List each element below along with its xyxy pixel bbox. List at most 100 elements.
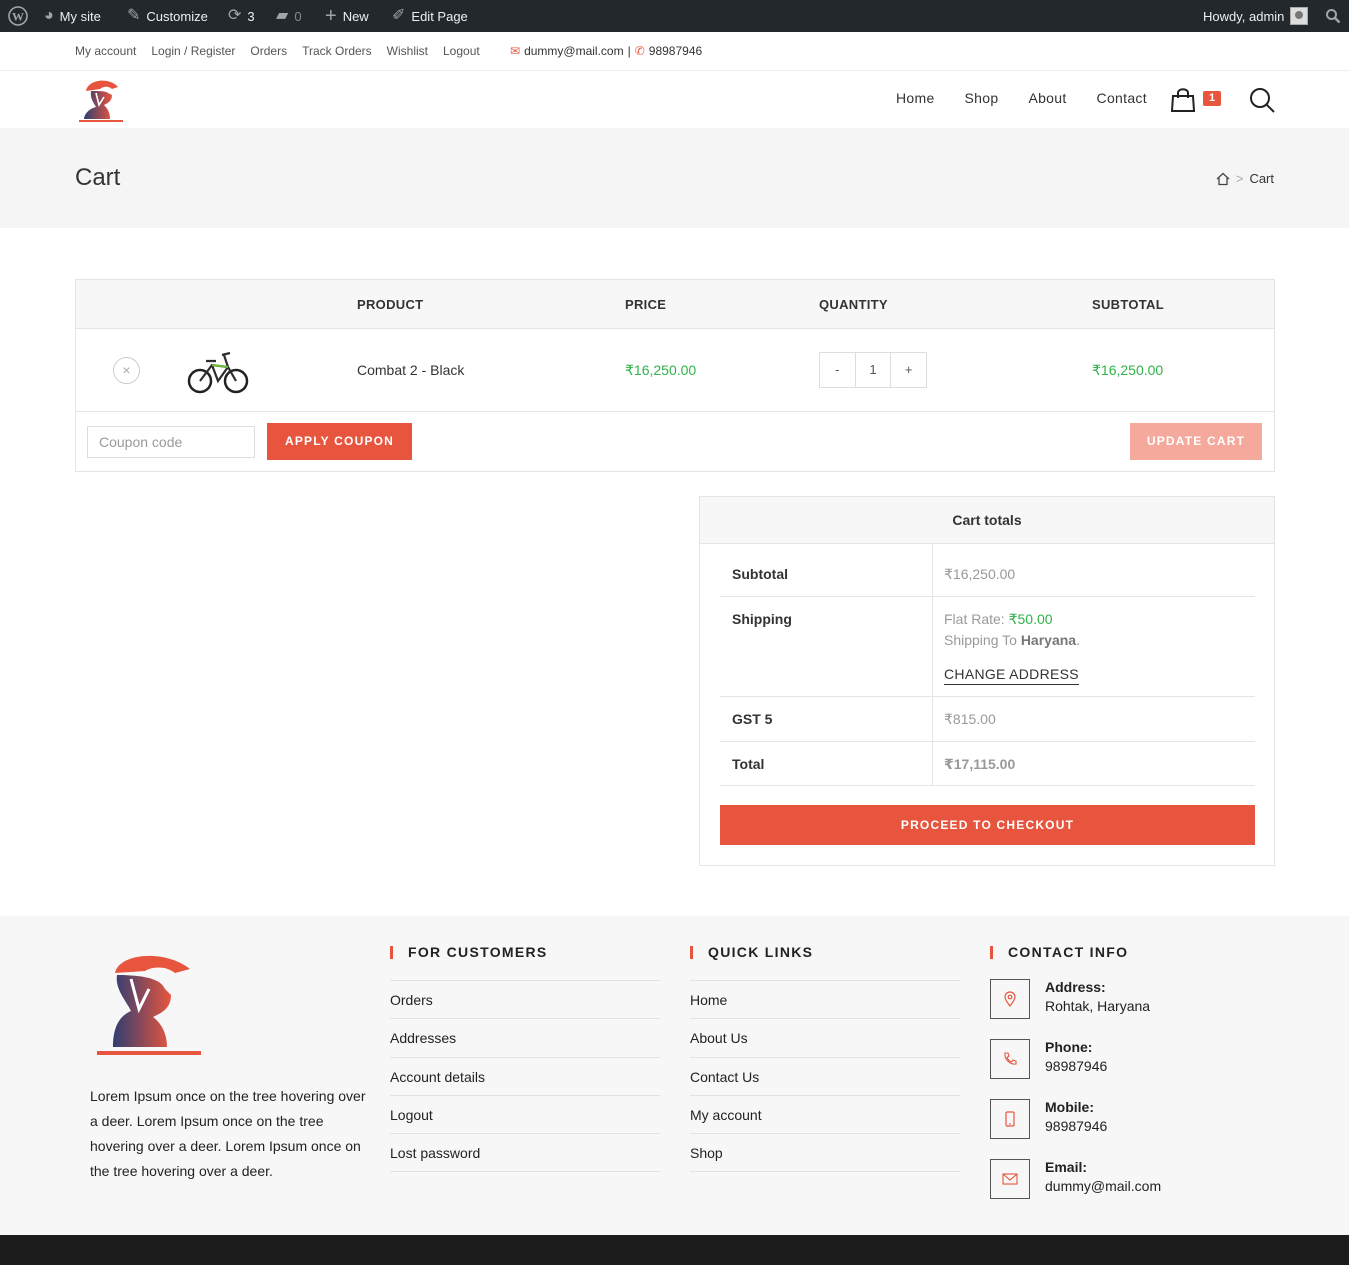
totals-row-total: Total ₹17,115.00 <box>720 742 1255 786</box>
svg-text:W: W <box>12 10 24 24</box>
contact-phone: Phone: 98987946 <box>990 1039 1290 1079</box>
top-link-login-register[interactable]: Login / Register <box>151 44 235 58</box>
customers-link-logout[interactable]: Logout <box>390 1096 660 1135</box>
header-product: PRODUCT <box>357 297 424 312</box>
shipping-to-label: Shipping To <box>944 632 1017 648</box>
envelope-icon: ✉ <box>510 44 521 58</box>
nav-contact[interactable]: Contact <box>1097 90 1147 106</box>
footer-col-customers: FOR CUSTOMERS Orders Addresses Account d… <box>390 942 660 1173</box>
quick-link-home[interactable]: Home <box>690 981 960 1020</box>
flat-rate-line: Flat Rate: ₹50.00 <box>944 611 1053 628</box>
site-logo[interactable] <box>78 75 126 123</box>
customers-link-lost-password[interactable]: Lost password <box>390 1134 660 1173</box>
main-nav: Home Shop About Contact <box>896 90 1177 106</box>
site-footer: Lorem Ipsum once on the tree hovering ov… <box>0 916 1349 1235</box>
admin-search-icon[interactable] <box>1325 0 1341 32</box>
top-link-orders[interactable]: Orders <box>250 44 287 58</box>
top-link-my-account[interactable]: My account <box>75 44 136 58</box>
nav-shop[interactable]: Shop <box>965 90 999 106</box>
top-bar: My account Login / Register Orders Track… <box>0 32 1349 71</box>
quick-link-contact-us[interactable]: Contact Us <box>690 1058 960 1096</box>
gst-label: GST 5 <box>732 711 773 727</box>
customers-link-account-details[interactable]: Account details <box>390 1058 660 1096</box>
proceed-to-checkout-button[interactable]: PROCEED TO CHECKOUT <box>720 805 1255 845</box>
new-content-link[interactable]: + New <box>325 0 369 32</box>
flat-rate-label: Flat Rate: <box>944 611 1005 627</box>
subtotal-label: Subtotal <box>732 566 788 582</box>
new-label: New <box>342 8 369 24</box>
edit-page-link[interactable]: ✐ Edit Page <box>392 0 468 32</box>
mobile-value: 98987946 <box>1045 1118 1108 1134</box>
updates-icon: ⟳ <box>228 7 242 24</box>
footer-logo[interactable] <box>95 949 203 1059</box>
customize-link[interactable]: ✎ Customize <box>127 0 208 32</box>
cart-table: PRODUCT PRICE QUANTITY SUBTOTAL × Combat… <box>75 279 1275 472</box>
nav-about[interactable]: About <box>1028 90 1066 106</box>
remove-item-button[interactable]: × <box>113 357 140 384</box>
total-value: ₹17,115.00 <box>944 756 1016 772</box>
edit-page-label: Edit Page <box>411 8 468 24</box>
quick-link-shop[interactable]: Shop <box>690 1134 960 1173</box>
contact-address: Address: Rohtak, Haryana <box>990 979 1290 1019</box>
apply-coupon-button[interactable]: APPLY COUPON <box>267 423 412 460</box>
total-label: Total <box>732 756 765 772</box>
shipping-label: Shipping <box>732 611 792 627</box>
account-menu[interactable]: Howdy, admin <box>1203 0 1309 32</box>
coupon-input[interactable]: Coupon code <box>87 426 255 458</box>
quick-link-about-us[interactable]: About Us <box>690 1019 960 1058</box>
flat-rate-value: ₹50.00 <box>1008 611 1053 627</box>
top-link-track-orders[interactable]: Track Orders <box>302 44 372 58</box>
header-subtotal: SUBTOTAL <box>1092 297 1164 312</box>
quick-link-my-account[interactable]: My account <box>690 1096 960 1135</box>
top-email[interactable]: dummy@mail.com <box>524 44 624 58</box>
pencil-icon: ✐ <box>392 7 406 24</box>
footer-bottom-bar <box>0 1235 1349 1265</box>
search-icon[interactable] <box>1249 87 1276 114</box>
home-icon[interactable] <box>1216 172 1230 186</box>
top-link-logout[interactable]: Logout <box>443 44 480 58</box>
update-cart-button[interactable]: UPDATE CART <box>1130 423 1262 460</box>
footer-col-contact: CONTACT INFO <box>990 942 1260 980</box>
qty-plus-button[interactable]: + <box>891 353 926 387</box>
envelope-icon <box>990 1159 1030 1199</box>
product-name[interactable]: Combat 2 - Black <box>357 362 464 378</box>
wordpress-logo-icon[interactable]: W <box>8 0 28 32</box>
cart-table-header: PRODUCT PRICE QUANTITY SUBTOTAL <box>76 280 1274 329</box>
totals-row-subtotal: Subtotal ₹16,250.00 <box>720 544 1255 597</box>
top-phone[interactable]: 98987946 <box>649 44 702 58</box>
shipping-to-value: Haryana <box>1020 632 1077 648</box>
avatar <box>1290 7 1309 25</box>
customers-link-orders[interactable]: Orders <box>390 981 660 1020</box>
comments-link[interactable]: ▰ 0 <box>276 0 302 32</box>
updates-link[interactable]: ⟳ 3 <box>228 0 255 32</box>
admin-bar: W ◕ My site ✎ Customize ⟳ 3 ▰ 0 + New ✐ … <box>0 0 1349 32</box>
phone-handset-icon <box>990 1039 1030 1079</box>
address-label: Address: <box>1045 979 1106 995</box>
qty-input[interactable]: 1 <box>854 353 892 387</box>
updates-count: 3 <box>247 8 255 24</box>
top-links: My account Login / Register Orders Track… <box>75 44 495 58</box>
email-label: Email: <box>1045 1159 1088 1175</box>
top-contact: ✉ dummy@mail.com | ✆ 98987946 <box>510 44 702 58</box>
email-value[interactable]: dummy@mail.com <box>1045 1178 1161 1194</box>
phone-label: Phone: <box>1045 1039 1093 1055</box>
product-thumbnail[interactable] <box>186 341 250 399</box>
totals-row-gst: GST 5 ₹815.00 <box>720 697 1255 742</box>
cart-item-row: × Combat 2 - Black ₹16,250.00 - 1 + ₹16,… <box>76 329 1274 412</box>
customers-link-addresses[interactable]: Addresses <box>390 1019 660 1058</box>
gst-value: ₹815.00 <box>944 711 996 727</box>
quick-links-title: QUICK LINKS <box>690 942 960 980</box>
shopping-bag-icon[interactable] <box>1170 86 1196 112</box>
top-link-wishlist[interactable]: Wishlist <box>387 44 428 58</box>
nav-home[interactable]: Home <box>896 90 935 106</box>
address-value: Rohtak, Haryana <box>1045 998 1151 1014</box>
customize-label: Customize <box>146 8 208 24</box>
page-title: Cart <box>75 164 121 191</box>
footer-about-text: Lorem Ipsum once on the tree hovering ov… <box>90 1088 366 1179</box>
qty-minus-button[interactable]: - <box>820 353 855 387</box>
comments-count: 0 <box>294 8 302 24</box>
shipping-to-line: Shipping To Haryana. <box>944 632 1080 648</box>
change-address-link[interactable]: CHANGE ADDRESS <box>944 666 1079 685</box>
my-site-link[interactable]: ◕ My site <box>44 0 101 32</box>
top-separator: | <box>627 44 631 58</box>
